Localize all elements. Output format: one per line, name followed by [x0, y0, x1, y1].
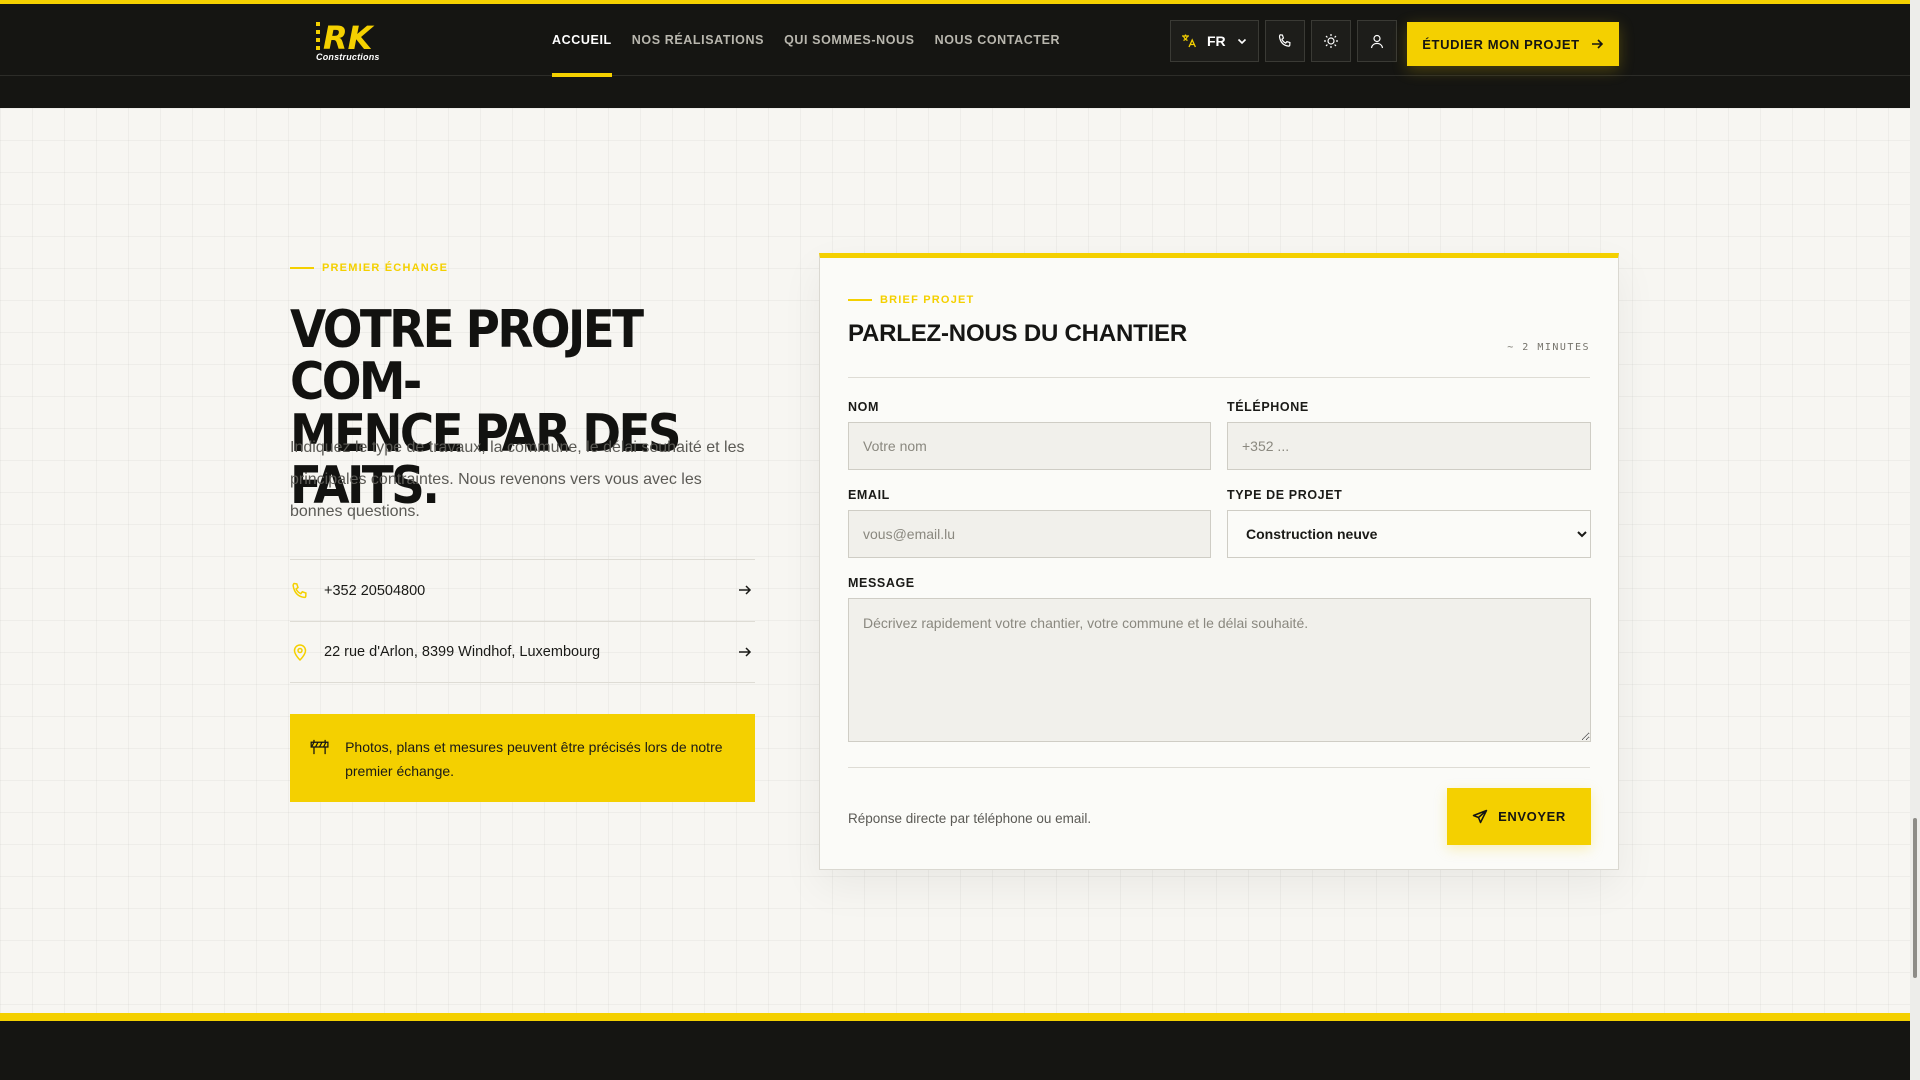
contact-section: PREMIER ÉCHANGE VOTRE PROJET COM- MENCE … — [0, 108, 1910, 1013]
message-label: MESSAGE — [848, 576, 915, 590]
project-brief-form: BRIEF PROJET PARLEZ-NOUS DU CHANTIER ~ 2… — [819, 253, 1619, 870]
name-input[interactable] — [848, 422, 1211, 470]
account-button[interactable] — [1357, 20, 1397, 62]
info-notice: Photos, plans et mesures peuvent être pr… — [290, 714, 755, 802]
project-type-select[interactable]: Construction neuve — [1227, 510, 1591, 558]
nav-item-realisations[interactable]: NOS RÉALISATIONS — [632, 4, 764, 76]
sun-icon — [1324, 34, 1338, 48]
divider — [848, 377, 1590, 378]
divider — [848, 767, 1590, 768]
intro-text: Indiquez le type de travaux, la commune,… — [290, 439, 745, 520]
title-line-1: VOTRE PROJET COM- — [290, 300, 644, 412]
arrow-right-icon — [739, 647, 752, 657]
response-note: Réponse directe par téléphone ou email. — [848, 811, 1092, 826]
header-bar: RK Constructions ACCUEIL NOS RÉALISATION… — [0, 4, 1910, 77]
language-code: FR — [1207, 33, 1226, 49]
nav-item-qui-sommes-nous[interactable]: QUI SOMMES-NOUS — [784, 4, 915, 76]
study-project-button[interactable]: ÉTUDIER MON PROJET — [1407, 22, 1619, 66]
phone-button[interactable] — [1265, 20, 1305, 62]
notice-text: Photos, plans et mesures peuvent être pr… — [345, 739, 723, 779]
user-icon — [1370, 34, 1384, 49]
page-scrollbar[interactable] — [1910, 0, 1920, 1080]
email-input[interactable] — [848, 510, 1211, 558]
site-header: RK Constructions ACCUEIL NOS RÉALISATION… — [0, 0, 1910, 108]
phone-contact-link[interactable]: +352 20504800 — [290, 559, 755, 621]
form-title: PARLEZ-NOUS DU CHANTIER — [848, 320, 1187, 347]
duration-hint: ~ 2 MINUTES — [1507, 342, 1590, 353]
logo[interactable]: RK Constructions — [314, 18, 384, 66]
chevron-down-icon — [1237, 38, 1246, 45]
phone-label: TÉLÉPHONE — [1227, 400, 1309, 414]
phone-icon — [292, 582, 307, 598]
project-type-label: TYPE DE PROJET — [1227, 488, 1343, 502]
phone-number: +352 20504800 — [324, 582, 426, 599]
message-textarea[interactable] — [848, 598, 1591, 742]
scrollbar-thumb[interactable] — [1913, 818, 1917, 978]
study-project-label: ÉTUDIER MON PROJET — [1422, 36, 1580, 52]
logo-subtitle: Constructions — [316, 52, 380, 62]
section-eyebrow: PREMIER ÉCHANGE — [290, 262, 448, 274]
eyebrow-label: PREMIER ÉCHANGE — [322, 262, 449, 274]
send-button[interactable]: ENVOYER — [1447, 788, 1591, 845]
main-nav: ACCUEIL NOS RÉALISATIONS QUI SOMMES-NOUS… — [552, 4, 1061, 77]
arrow-right-icon — [1591, 39, 1603, 49]
email-label: EMAIL — [848, 488, 890, 502]
translate-icon — [1182, 34, 1196, 48]
send-icon — [1472, 809, 1488, 823]
phone-icon — [1278, 34, 1291, 47]
language-selector[interactable]: FR — [1170, 20, 1259, 62]
arrow-right-icon — [739, 585, 752, 595]
address-text: 22 rue d'Arlon, 8399 Windhof, Luxembourg — [324, 644, 601, 660]
phone-input[interactable] — [1227, 422, 1591, 470]
location-pin-icon — [293, 644, 307, 662]
nav-item-accueil[interactable]: ACCUEIL — [552, 4, 612, 77]
footer — [0, 1013, 1910, 1080]
send-label: ENVOYER — [1498, 809, 1566, 824]
theme-toggle-button[interactable] — [1311, 20, 1351, 62]
address-contact-link[interactable]: 22 rue d'Arlon, 8399 Windhof, Luxembourg — [290, 621, 755, 683]
eyebrow-line — [848, 299, 872, 301]
road-barrier-icon — [310, 739, 329, 755]
nav-item-contact[interactable]: NOUS CONTACTER — [935, 4, 1061, 76]
form-eyebrow: BRIEF PROJET — [848, 294, 974, 306]
eyebrow-line — [290, 267, 314, 269]
form-eyebrow-label: BRIEF PROJET — [880, 294, 975, 306]
name-label: NOM — [848, 400, 879, 414]
